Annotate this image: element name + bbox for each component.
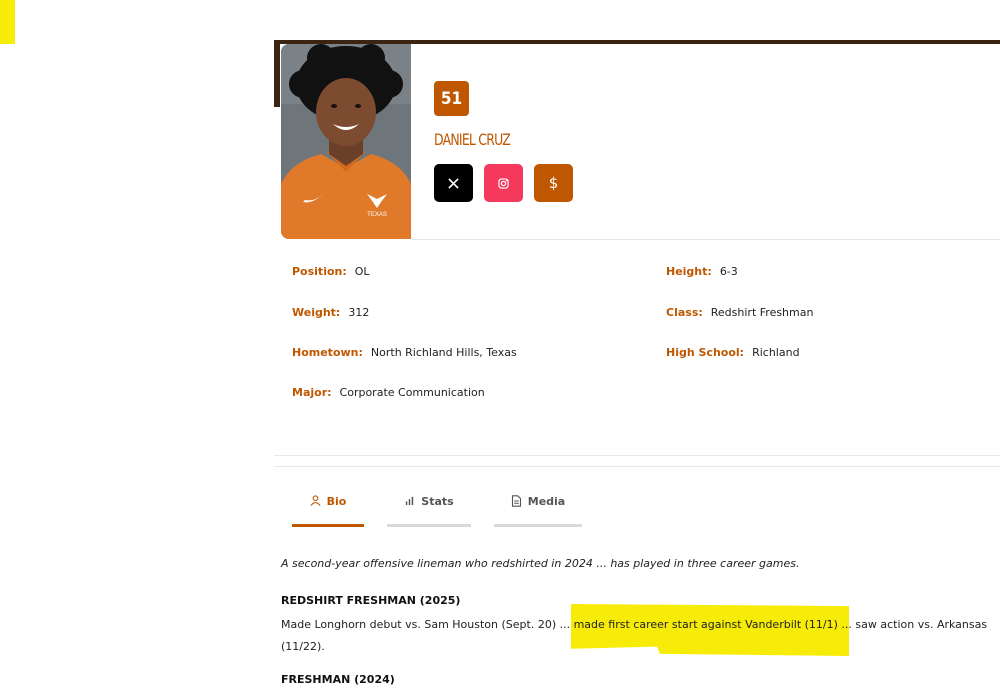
highlight-mark — [0, 0, 15, 44]
tab-bio-label: Bio — [326, 495, 347, 508]
info-position: Position: OL — [292, 265, 370, 278]
class-label: Class: — [666, 306, 703, 319]
jersey-number-badge: 51 — [434, 81, 469, 116]
position-value: OL — [354, 265, 370, 278]
position-label: Position: — [292, 265, 347, 278]
info-class: Class: Redshirt Freshman — [666, 306, 813, 319]
section-divider — [274, 455, 1000, 456]
dollar-icon: $ — [548, 174, 559, 192]
player-name: DANIEL CRUZ — [434, 130, 511, 149]
bio-section-heading: FRESHMAN (2024) — [281, 673, 395, 686]
player-headshot: TEXAS — [281, 44, 411, 239]
weight-label: Weight: — [292, 306, 341, 319]
height-label: Height: — [666, 265, 712, 278]
x-social-button[interactable] — [434, 164, 473, 202]
tab-stats-label: Stats — [421, 495, 454, 508]
instagram-icon — [498, 177, 509, 189]
class-value: Redshirt Freshman — [710, 306, 814, 319]
section-divider — [274, 466, 1000, 467]
major-label: Major: — [292, 386, 332, 399]
x-logo-icon — [448, 177, 459, 189]
info-weight: Weight: 312 — [292, 306, 369, 319]
info-major: Major: Corporate Communication — [292, 386, 485, 399]
hometown-value: North Richland Hills, Texas — [370, 346, 517, 359]
nil-dollar-button[interactable]: $ — [534, 164, 573, 202]
header-accent-bar — [274, 40, 280, 107]
tab-bio[interactable]: Bio — [292, 495, 364, 527]
document-icon — [511, 495, 522, 507]
high-school-value: Richland — [752, 346, 800, 359]
info-hometown: Hometown: North Richland Hills, Texas — [292, 346, 517, 359]
tab-media-label: Media — [527, 495, 566, 508]
bio-section-text: Made Longhorn debut vs. Sam Houston (Sep… — [281, 618, 988, 653]
height-value: 6-3 — [719, 265, 738, 278]
high-school-label: High School: — [666, 346, 745, 359]
weight-value: 312 — [348, 306, 370, 319]
tab-stats[interactable]: Stats — [387, 495, 471, 527]
bar-chart-icon — [404, 495, 415, 506]
header-divider — [411, 239, 1000, 240]
hometown-label: Hometown: — [292, 346, 363, 359]
tab-media[interactable]: Media — [494, 495, 582, 527]
bio-section-heading: REDSHIRT FRESHMAN (2025) — [281, 594, 461, 607]
person-icon — [310, 495, 321, 506]
major-value: Corporate Communication — [339, 386, 485, 399]
instagram-social-button[interactable] — [484, 164, 523, 202]
bio-intro: A second-year offensive lineman who reds… — [281, 557, 800, 570]
info-height: Height: 6-3 — [666, 265, 738, 278]
jersey-logo-text: TEXAS — [367, 212, 387, 218]
info-high-school: High School: Richland — [666, 346, 800, 359]
